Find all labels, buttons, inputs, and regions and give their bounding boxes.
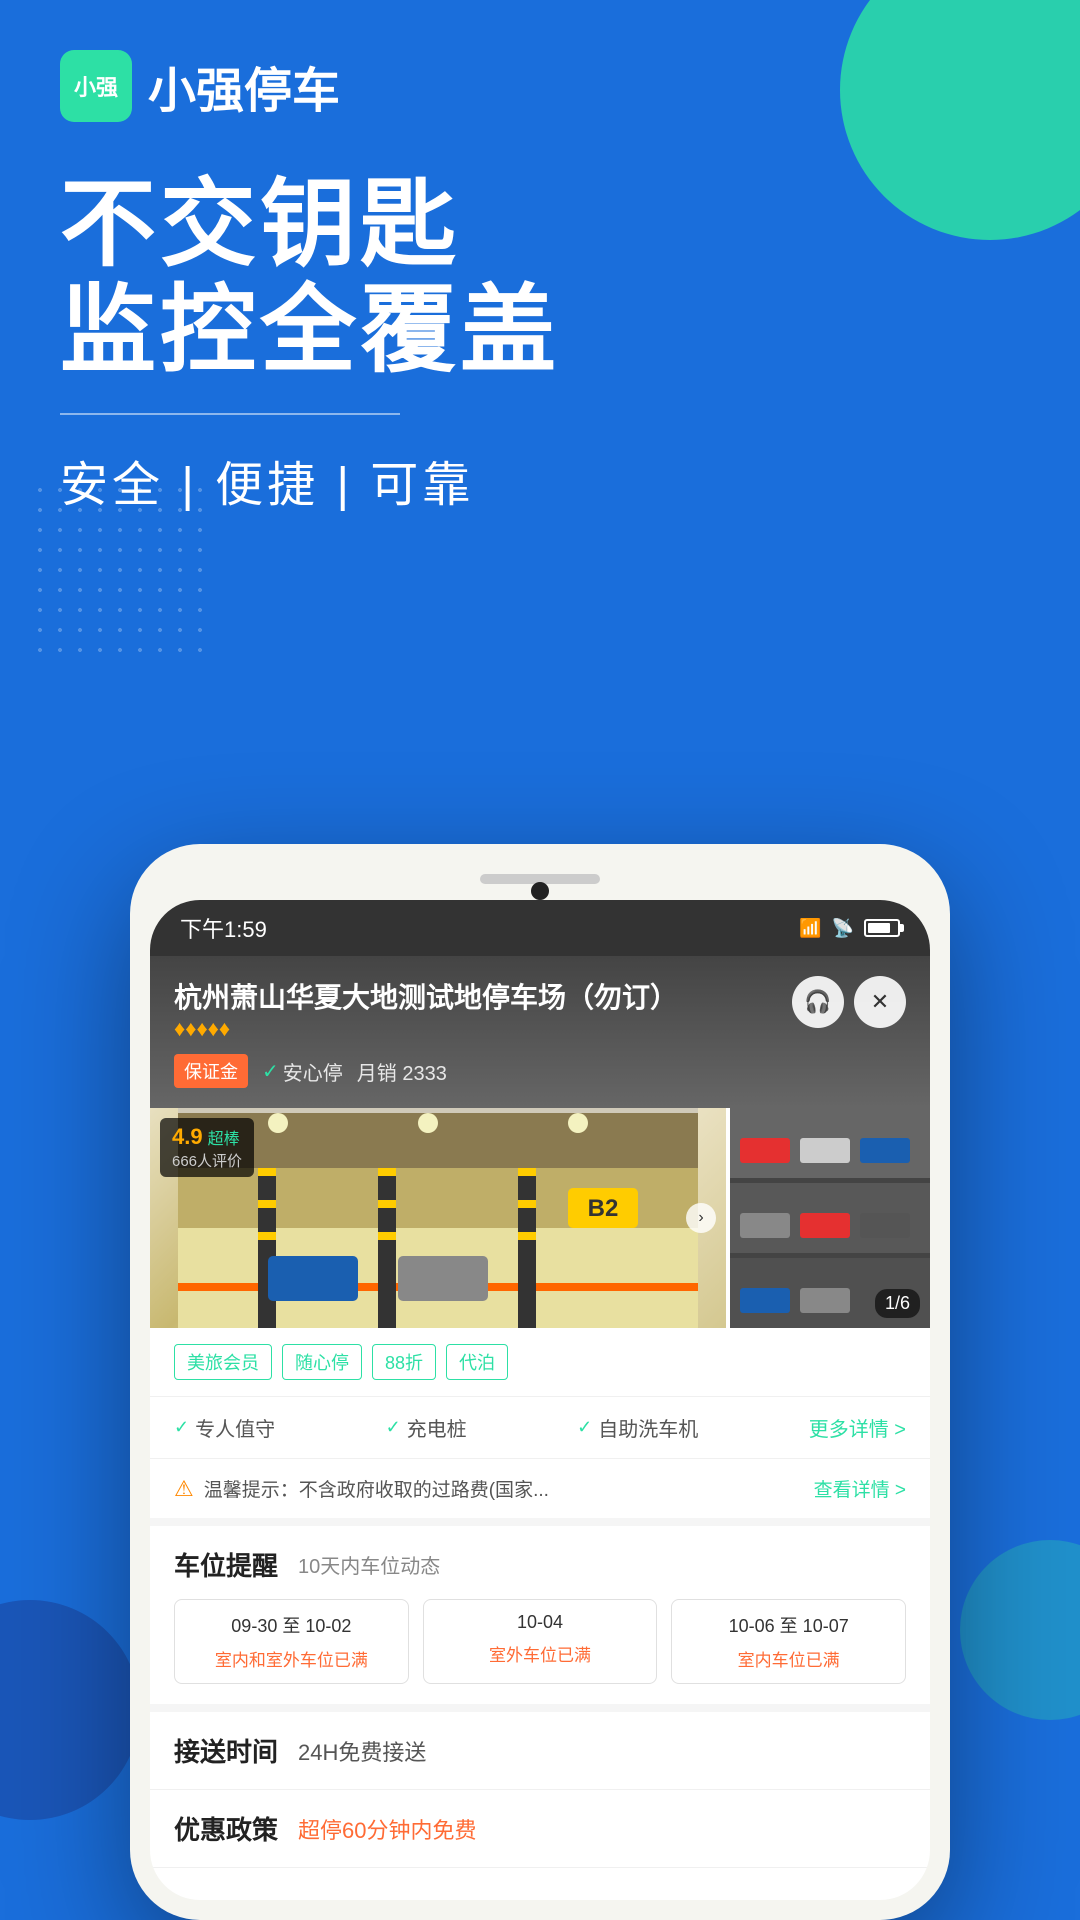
bg-decoration-circle-bottom-left xyxy=(0,1600,140,1820)
feature-tags-row: 美旅会员 随心停 88折 代泊 xyxy=(150,1328,930,1397)
image-next-button[interactable]: › xyxy=(686,1203,716,1233)
phone-camera xyxy=(531,882,549,900)
phone-screen: 下午1:59 📶 📡 杭州萧山华夏大地测试地停车场（勿订） ♦♦♦♦♦ xyxy=(150,900,930,1900)
date-range-0: 09-30 至 10-02 xyxy=(187,1612,396,1638)
app-header: 小强 小强停车 xyxy=(0,0,1080,122)
date-range-1: 10-04 xyxy=(436,1612,645,1633)
date-status-2: 室内车位已满 xyxy=(684,1646,893,1671)
hero-line1: 不交钥匙 xyxy=(60,172,1020,278)
space-reminder-title: 车位提醒 xyxy=(174,1546,278,1583)
wifi-icon: 📡 xyxy=(832,918,854,939)
amenity-wash: ✓ 自助洗车机 xyxy=(577,1413,698,1442)
svg-text:B2: B2 xyxy=(588,1195,619,1222)
tag-monthly-sales: 月销 2333 xyxy=(357,1057,447,1086)
date-status-0: 室内和室外车位已满 xyxy=(187,1646,396,1671)
warning-link[interactable]: 查看详情 > xyxy=(814,1475,906,1502)
date-card-0: 09-30 至 10-02 室内和室外车位已满 xyxy=(174,1599,409,1684)
app-logo: 小强 xyxy=(60,50,132,122)
tag-safety: ✓ 安心停 xyxy=(262,1057,343,1086)
parking-title-row: 杭州萧山华夏大地测试地停车场（勿订） ♦♦♦♦♦ 🎧 ✕ xyxy=(174,976,906,1042)
warning-content: ⚠ 温馨提示：不含政府收取的过路费(国家... xyxy=(174,1475,814,1502)
parking-title-block: 杭州萧山华夏大地测试地停车场（勿订） ♦♦♦♦♦ xyxy=(174,976,688,1042)
parking-images: B2 4.9 超棒 666人评价 › xyxy=(150,1108,930,1328)
more-details-link[interactable]: 更多详情 > xyxy=(809,1413,906,1442)
hero-tagline: 安全 | 便捷 | 可靠 xyxy=(60,445,1020,515)
date-card-1: 10-04 室外车位已满 xyxy=(423,1599,658,1684)
space-reminder-subtitle: 10天内车位动态 xyxy=(298,1550,440,1579)
main-image[interactable]: B2 4.9 超棒 666人评价 › xyxy=(150,1108,726,1328)
rating-badge: 4.9 超棒 666人评价 xyxy=(160,1118,254,1177)
phone-outer-shell: 下午1:59 📶 📡 杭州萧山华夏大地测试地停车场（勿订） ♦♦♦♦♦ xyxy=(130,844,950,1920)
bottom-spacer xyxy=(150,1868,930,1898)
space-reminder-header: 车位提醒 10天内车位动态 xyxy=(174,1546,906,1583)
warning-row: ⚠ 温馨提示：不含政府收取的过路费(国家... 查看详情 > xyxy=(150,1459,930,1526)
tag-daibo: 代泊 xyxy=(446,1344,508,1380)
transfer-value: 24H免费接送 xyxy=(298,1735,426,1767)
battery-icon xyxy=(864,919,900,937)
headset-button[interactable]: 🎧 xyxy=(792,976,844,1028)
hero-section: 不交钥匙 监控全覆盖 安全 | 便捷 | 可靠 xyxy=(0,122,1080,515)
parking-title: 杭州萧山华夏大地测试地停车场（勿订） xyxy=(174,976,678,1016)
bg-decoration-circle-bottom-right xyxy=(960,1540,1080,1720)
status-icons: 📶 📡 xyxy=(799,918,900,939)
amenity-charger: ✓ 充电桩 xyxy=(386,1413,467,1442)
status-bar: 下午1:59 📶 📡 xyxy=(150,900,930,956)
date-status-1: 室外车位已满 xyxy=(436,1641,645,1666)
hero-divider xyxy=(60,413,400,415)
parking-stars: ♦♦♦♦♦ xyxy=(174,1016,688,1042)
date-card-2: 10-06 至 10-07 室内车位已满 xyxy=(671,1599,906,1684)
signal-icon: 📶 xyxy=(799,918,821,939)
image-counter: 1/6 xyxy=(875,1289,920,1318)
status-time: 下午1:59 xyxy=(180,912,267,944)
tag-meilvhui: 美旅会员 xyxy=(174,1344,272,1380)
parking-actions: 🎧 ✕ xyxy=(792,976,906,1028)
parking-tags-row: 保证金 ✓ 安心停 月销 2333 xyxy=(174,1054,906,1088)
transfer-row: 接送时间 24H免费接送 xyxy=(150,1712,930,1790)
amenity-guard: ✓ 专人值守 xyxy=(174,1413,275,1442)
space-reminder-section: 车位提醒 10天内车位动态 09-30 至 10-02 室内和室外车位已满 10… xyxy=(150,1526,930,1712)
tag-guarantee: 保证金 xyxy=(174,1054,248,1088)
phone-mockup: 下午1:59 📶 📡 杭州萧山华夏大地测试地停车场（勿订） ♦♦♦♦♦ xyxy=(130,844,950,1920)
battery-fill xyxy=(868,923,890,933)
warning-icon: ⚠ xyxy=(174,1476,194,1502)
secondary-image[interactable]: 1/6 xyxy=(730,1108,930,1328)
discount-value: 超停60分钟内免费 xyxy=(298,1813,476,1845)
parking-header: 杭州萧山华夏大地测试地停车场（勿订） ♦♦♦♦♦ 🎧 ✕ 保证金 ✓ 安心停 月… xyxy=(150,956,930,1108)
discount-row: 优惠政策 超停60分钟内免费 xyxy=(150,1790,930,1868)
discount-label: 优惠政策 xyxy=(174,1810,278,1847)
warning-text: 温馨提示：不含政府收取的过路费(国家... xyxy=(204,1475,549,1502)
transfer-label: 接送时间 xyxy=(174,1732,278,1769)
hero-line2: 监控全覆盖 xyxy=(60,278,1020,384)
date-range-2: 10-06 至 10-07 xyxy=(684,1612,893,1638)
tag-discount: 88折 xyxy=(372,1344,436,1380)
tag-suixinting: 随心停 xyxy=(282,1344,362,1380)
amenities-row: ✓ 专人值守 ✓ 充电桩 ✓ 自助洗车机 更多详情 > xyxy=(150,1397,930,1459)
app-title: 小强停车 xyxy=(148,51,340,121)
date-cards-container: 09-30 至 10-02 室内和室外车位已满 10-04 室外车位已满 10-… xyxy=(174,1599,906,1684)
close-button[interactable]: ✕ xyxy=(854,976,906,1028)
